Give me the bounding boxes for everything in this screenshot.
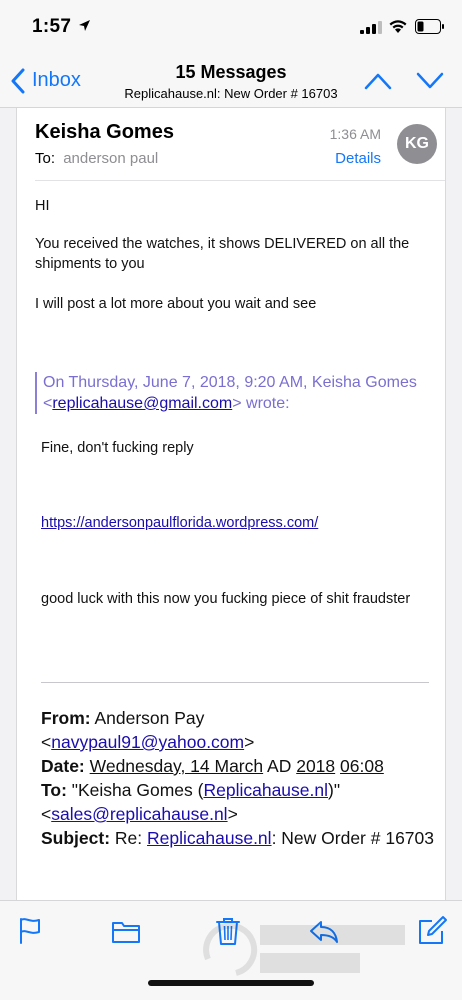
battery-icon xyxy=(415,19,444,34)
email-card: Keisha Gomes To: anderson paul 1:36 AM D… xyxy=(16,108,446,900)
to-field-pre: "Keisha Gomes ( xyxy=(71,780,204,800)
signal-icon xyxy=(360,21,382,34)
from-label: From: xyxy=(41,708,91,728)
body-paragraph-1: You received the watches, it shows DELIV… xyxy=(35,236,410,272)
date-value[interactable]: Wednesday, 14 March xyxy=(90,756,263,776)
date-time[interactable]: 06:08 xyxy=(340,756,384,776)
quote-header-suffix: > wrote: xyxy=(232,395,290,412)
to-label: To: xyxy=(35,150,56,167)
nav-bar: Inbox 15 Messages Replicahause.nl: New O… xyxy=(0,56,462,108)
watermark-logo-icon xyxy=(203,922,405,976)
from-email-link[interactable]: navypaul91@yahoo.com xyxy=(51,732,244,752)
message-time: 1:36 AM xyxy=(329,126,381,142)
previous-message-icon[interactable] xyxy=(364,71,392,91)
date-year[interactable]: 2018 xyxy=(296,756,335,776)
subject-post: : New Order # 16703 xyxy=(271,828,435,848)
status-bar: 1:57 xyxy=(0,0,462,56)
subject-row: Subject: Re: Replicahause.nl: New Order … xyxy=(41,826,436,850)
date-row: Date: Wednesday, 14 March AD 2018 06:08 xyxy=(41,754,436,778)
next-message-icon[interactable] xyxy=(416,71,444,91)
recipient-row: To: anderson paul xyxy=(35,150,158,167)
background-edge-left xyxy=(0,108,16,900)
wifi-icon xyxy=(389,20,407,33)
quoted-line-1: Fine, don't fucking reply xyxy=(41,440,194,456)
to-email-open: < xyxy=(41,804,52,824)
to-field-label: To: xyxy=(41,780,67,800)
quoted-message: On Thursday, June 7, 2018, 9:20 AM, Keis… xyxy=(35,372,430,414)
details-link[interactable]: Details xyxy=(335,150,381,167)
compose-icon[interactable] xyxy=(416,915,448,947)
to-field-email-row: <sales@replicahause.nl> xyxy=(41,802,436,826)
to-field-post: )" xyxy=(328,780,341,800)
header-divider xyxy=(35,180,445,181)
to-field-link[interactable]: Replicahause.nl xyxy=(203,780,328,800)
quoted-link-row: https://andersonpaulflorida.wordpress.co… xyxy=(41,513,318,533)
status-time: 1:57 xyxy=(32,16,72,37)
quote-header: On Thursday, June 7, 2018, 9:20 AM, Keis… xyxy=(43,372,430,414)
from-name: Anderson Pay xyxy=(94,708,205,728)
subject-link[interactable]: Replicahause.nl xyxy=(147,828,272,848)
quote-email-link[interactable]: replicahause@gmail.com xyxy=(52,395,232,412)
date-label: Date: xyxy=(41,756,85,776)
to-field-email-link[interactable]: sales@replicahause.nl xyxy=(51,804,227,824)
background-edge-right xyxy=(446,108,462,900)
subject-pre: Re: xyxy=(114,828,143,848)
location-arrow-icon xyxy=(79,20,90,31)
from-email-open: < xyxy=(41,732,52,752)
blog-link[interactable]: https://andersonpaulflorida.wordpress.co… xyxy=(41,515,318,531)
sender-name[interactable]: Keisha Gomes xyxy=(35,121,174,144)
thread-title: 15 Messages xyxy=(175,62,287,82)
from-email-row: <navypaul91@yahoo.com> xyxy=(41,730,436,754)
recipient-name[interactable]: anderson paul xyxy=(63,150,158,167)
home-indicator[interactable] xyxy=(148,980,314,986)
forward-separator xyxy=(41,682,429,683)
body-paragraph-2: I will post a lot more about you wait an… xyxy=(35,296,317,312)
forwarded-header: From: Anderson Pay <navypaul91@yahoo.com… xyxy=(41,706,436,850)
from-row: From: Anderson Pay xyxy=(41,706,436,730)
from-email-close: > xyxy=(244,732,255,752)
subject-label: Subject: xyxy=(41,828,111,848)
flag-icon[interactable] xyxy=(14,915,46,947)
greeting-text: HI xyxy=(35,198,50,214)
to-field-row: To: "Keisha Gomes (Replicahause.nl)" xyxy=(41,778,436,802)
date-era: AD xyxy=(267,756,292,776)
folder-icon[interactable] xyxy=(110,915,142,947)
avatar[interactable]: KG xyxy=(397,124,437,164)
to-email-close: > xyxy=(227,804,238,824)
thread-subject: Replicahause.nl: New Order # 16703 xyxy=(124,86,338,101)
quoted-line-2: good luck with this now you fucking piec… xyxy=(41,591,411,607)
